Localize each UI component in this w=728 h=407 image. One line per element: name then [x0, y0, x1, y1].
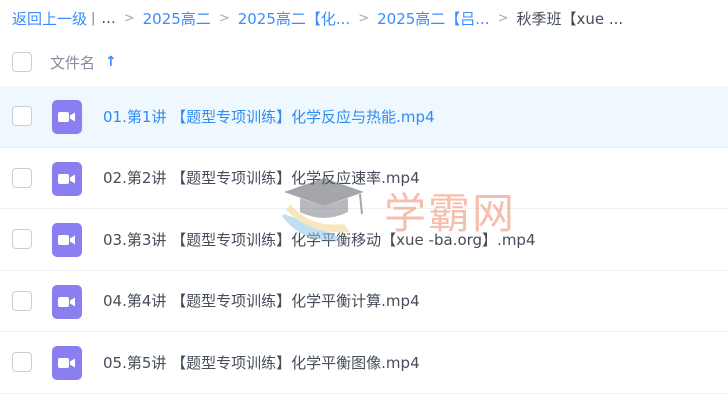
- file-row[interactable]: 04.第4讲 【题型专项训练】化学平衡计算.mp4: [0, 271, 728, 332]
- file-row[interactable]: 03.第3讲 【题型专项训练】化学平衡移动【xue -ba.org】.mp4: [0, 209, 728, 271]
- file-row[interactable]: 05.第5讲 【题型专项训练】化学平衡图像.mp4: [0, 332, 728, 394]
- file-name[interactable]: 02.第2讲 【题型专项训练】化学反应速率.mp4: [103, 167, 420, 188]
- chevron-right-icon: >: [358, 10, 370, 26]
- row-checkbox[interactable]: [12, 290, 32, 311]
- breadcrumb-back-link[interactable]: 返回上一级: [12, 8, 87, 29]
- file-name[interactable]: 04.第4讲 【题型专项训练】化学平衡计算.mp4: [103, 290, 420, 311]
- breadcrumb-item[interactable]: 2025高二【吕...: [377, 8, 489, 29]
- column-header-filename[interactable]: 文件名 ↑: [50, 52, 117, 73]
- breadcrumb-ellipsis[interactable]: ...: [101, 9, 115, 27]
- breadcrumb-current: 秋季班【xue ...: [516, 9, 624, 28]
- file-row[interactable]: 01.第1讲 【题型专项训练】化学反应与热能.mp4: [0, 86, 728, 148]
- file-list-header: 文件名 ↑: [0, 40, 728, 84]
- file-list: 01.第1讲 【题型专项训练】化学反应与热能.mp4 02.第2讲 【题型专项训…: [0, 86, 728, 394]
- column-header-label: 文件名: [50, 53, 96, 72]
- arrow-up-icon[interactable]: ↑: [105, 54, 117, 70]
- row-checkbox[interactable]: [12, 167, 32, 188]
- select-all-checkbox[interactable]: [12, 52, 32, 72]
- row-checkbox[interactable]: [12, 229, 32, 249]
- breadcrumb: 返回上一级 | ... > 2025高二 > 2025高二【化... > 202…: [12, 0, 728, 36]
- chevron-right-icon: >: [123, 10, 135, 26]
- file-name[interactable]: 05.第5讲 【题型专项训练】化学平衡图像.mp4: [103, 352, 420, 373]
- video-file-icon: [52, 284, 82, 319]
- breadcrumb-separator: |: [91, 10, 96, 26]
- chevron-right-icon: >: [497, 10, 509, 26]
- row-checkbox[interactable]: [12, 106, 32, 126]
- video-file-icon: [52, 161, 82, 196]
- chevron-right-icon: >: [218, 10, 230, 26]
- file-row[interactable]: 02.第2讲 【题型专项训练】化学反应速率.mp4: [0, 148, 728, 209]
- file-name[interactable]: 01.第1讲 【题型专项训练】化学反应与热能.mp4: [103, 106, 435, 127]
- file-name[interactable]: 03.第3讲 【题型专项训练】化学平衡移动【xue -ba.org】.mp4: [103, 229, 536, 250]
- video-file-icon: [52, 223, 82, 257]
- row-checkbox[interactable]: [12, 352, 32, 372]
- video-file-icon: [52, 346, 82, 380]
- breadcrumb-item[interactable]: 2025高二: [143, 8, 211, 29]
- video-file-icon: [52, 100, 82, 134]
- breadcrumb-item[interactable]: 2025高二【化...: [238, 8, 350, 29]
